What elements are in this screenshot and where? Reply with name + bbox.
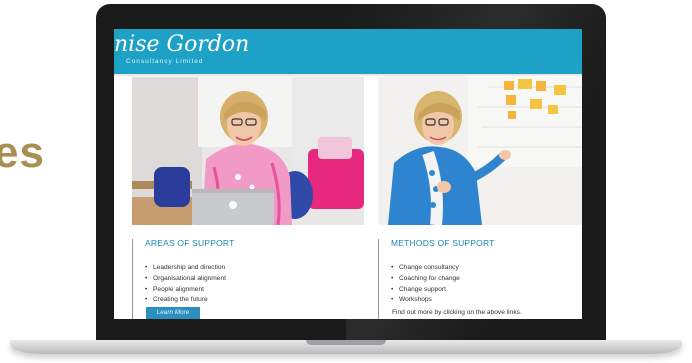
list-item[interactable]: Change consultancy: [391, 263, 581, 274]
list-item[interactable]: Change support: [391, 285, 581, 296]
header-divider: [114, 74, 582, 76]
list-item[interactable]: Leadership and direction: [145, 263, 355, 274]
site-header: nise Gordon Consultancy Limited: [114, 29, 582, 74]
find-more-text: Find out more by clicking on the above l…: [392, 309, 522, 316]
list-item[interactable]: Coaching for change: [391, 274, 581, 285]
areas-of-support-title[interactable]: AREAS OF SUPPORT: [145, 238, 355, 248]
laptop-notch: [306, 340, 386, 345]
list-item[interactable]: Creating the future: [145, 295, 355, 306]
areas-of-support-photo[interactable]: [132, 77, 364, 225]
laptop-screen: nise Gordon Consultancy Limited AREAS OF…: [114, 29, 582, 319]
list-item[interactable]: People alignment: [145, 285, 355, 296]
methods-list: Change consultancy Coaching for change C…: [391, 263, 581, 306]
areas-list: Leadership and direction Organisational …: [145, 263, 355, 306]
logo-name[interactable]: nise Gordon: [114, 32, 249, 57]
woman-at-laptop-image: [132, 77, 364, 225]
logo-subtitle: Consultancy Limited: [126, 58, 204, 65]
areas-of-support-section: AREAS OF SUPPORT Leadership and directio…: [132, 238, 355, 319]
methods-of-support-title[interactable]: METHODS OF SUPPORT: [391, 238, 581, 248]
methods-of-support-photo[interactable]: [378, 77, 582, 225]
learn-more-button[interactable]: Learn More: [146, 307, 200, 319]
woman-presenting-image: [378, 77, 582, 225]
list-item[interactable]: Workshops: [391, 295, 581, 306]
list-item[interactable]: Organisational alignment: [145, 274, 355, 285]
methods-of-support-section: METHODS OF SUPPORT Change consultancy Co…: [378, 238, 581, 319]
partial-heading-text: es: [0, 128, 45, 177]
